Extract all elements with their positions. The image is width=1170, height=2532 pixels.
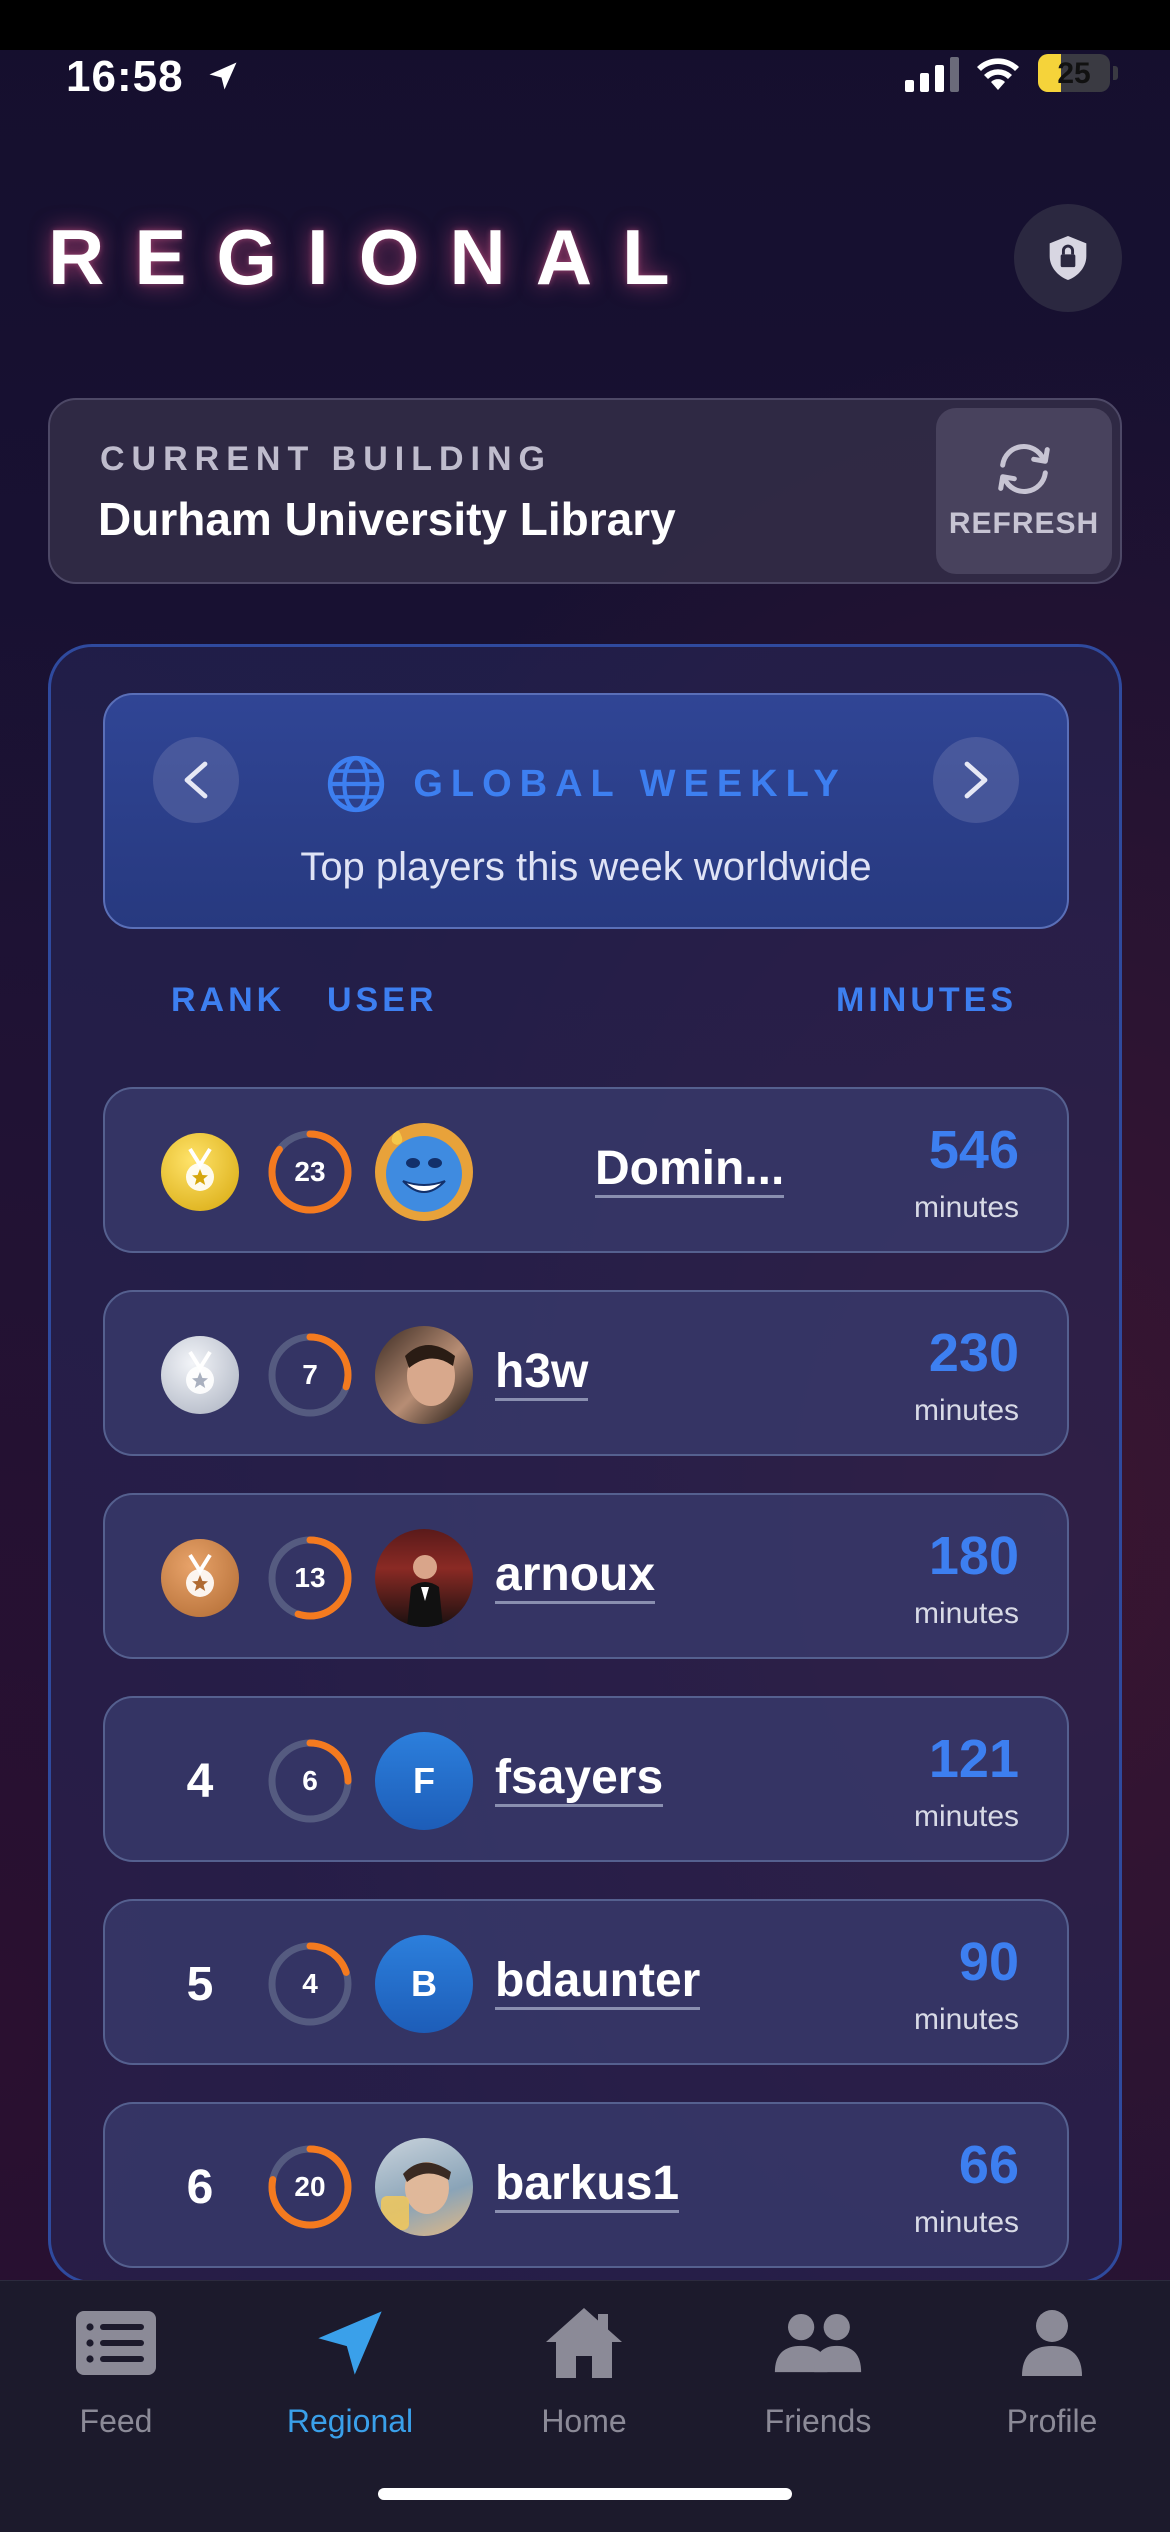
- minutes-value: 121: [928, 1729, 1019, 1789]
- navigation-arrow-icon: [305, 2303, 395, 2383]
- avatar[interactable]: F: [375, 1732, 473, 1830]
- minutes-value: 66: [958, 2135, 1019, 2195]
- wifi-icon: [977, 58, 1019, 90]
- tab-label: Regional: [286, 2403, 414, 2439]
- minutes-unit: minutes: [913, 1394, 1019, 1427]
- minutes-value: 546: [928, 1120, 1019, 1180]
- tab-label: Home: [541, 2403, 627, 2439]
- tab-friends[interactable]: Friends: [708, 2303, 928, 2453]
- tab-feed[interactable]: Feed: [6, 2303, 226, 2453]
- globe-icon: [328, 755, 385, 813]
- refresh-label: REFRESH: [948, 507, 1100, 540]
- friends-icon: [773, 2303, 863, 2383]
- feed-icon: [71, 2303, 161, 2383]
- leaderboard-row[interactable]: 6 20 barkus1 66 minutes: [103, 2102, 1069, 2268]
- chevron-right-icon: [964, 761, 988, 799]
- rank-number: 4: [186, 1754, 214, 1808]
- tab-profile[interactable]: Profile: [942, 2303, 1162, 2453]
- minutes-unit: minutes: [913, 1800, 1019, 1833]
- board-title: GLOBAL WEEKLY: [413, 762, 847, 805]
- building-name: Durham University Library: [98, 493, 676, 545]
- rank-number: 6: [186, 2160, 214, 2214]
- avatar[interactable]: [375, 1326, 473, 1424]
- location-arrow-icon: [209, 62, 237, 90]
- lock-button[interactable]: [1014, 204, 1122, 312]
- tab-label: Profile: [1006, 2403, 1098, 2439]
- username[interactable]: fsayers: [495, 1752, 664, 1807]
- status-bar: 16:58 25: [0, 50, 1170, 101]
- username[interactable]: Domin...: [595, 1143, 785, 1198]
- refresh-button[interactable]: REFRESH: [936, 408, 1112, 574]
- minutes-unit: minutes: [913, 2206, 1019, 2239]
- cellular-signal-icon: [905, 56, 959, 92]
- gold-medal-icon: [161, 1133, 239, 1211]
- home-indicator: [378, 2488, 792, 2500]
- minutes-value: 230: [928, 1323, 1019, 1383]
- streak-count: 6: [302, 1765, 318, 1796]
- page-title: REGIONAL: [48, 213, 700, 301]
- home-icon: [539, 2303, 629, 2383]
- username[interactable]: arnoux: [495, 1549, 656, 1604]
- avatar[interactable]: [375, 2138, 473, 2236]
- minutes-value: 90: [958, 1932, 1019, 1992]
- minutes-unit: minutes: [913, 1597, 1019, 1630]
- leaderboard-row[interactable]: 5 4 B bdaunter 90 minutes: [103, 1899, 1069, 2065]
- tab-regional[interactable]: Regional: [240, 2303, 460, 2453]
- column-header-rank: RANK: [171, 981, 286, 1019]
- streak-count: 23: [294, 1156, 326, 1187]
- leaderboard-row[interactable]: 4 6 F fsayers 121 minutes: [103, 1696, 1069, 1862]
- battery-icon: 25: [1038, 54, 1110, 92]
- next-board-button[interactable]: [933, 737, 1019, 823]
- minutes-value: 180: [928, 1526, 1019, 1586]
- building-label: CURRENT BUILDING: [100, 440, 552, 478]
- leaderboard-row[interactable]: 23 Domin... 546 minutes: [103, 1087, 1069, 1253]
- streak-count: 4: [302, 1968, 318, 1999]
- streak-count: 13: [294, 1562, 326, 1593]
- username[interactable]: barkus1: [495, 2158, 680, 2213]
- streak-count: 20: [294, 2171, 326, 2202]
- bronze-medal-icon: [161, 1539, 239, 1617]
- tab-label: Friends: [764, 2403, 872, 2439]
- minutes-unit: minutes: [913, 1191, 1019, 1224]
- refresh-icon: [998, 444, 1050, 494]
- current-building-card: CURRENT BUILDING Durham University Libra…: [48, 398, 1122, 584]
- streak-count: 7: [302, 1359, 318, 1390]
- top-black-bar: [0, 0, 1170, 50]
- tab-label: Feed: [79, 2403, 153, 2439]
- board-subtitle: Top players this week worldwide: [300, 845, 872, 889]
- shield-lock-icon: [1049, 236, 1087, 280]
- rank-number: 5: [186, 1957, 214, 2011]
- battery-percent: 25: [1057, 57, 1091, 90]
- leaderboard-header: GLOBAL WEEKLY Top players this week worl…: [103, 693, 1069, 929]
- column-header-user: USER: [327, 981, 438, 1019]
- username[interactable]: h3w: [495, 1346, 589, 1401]
- avatar[interactable]: [375, 1123, 473, 1221]
- leaderboard-row[interactable]: 7 h3w 230 minutes: [103, 1290, 1069, 1456]
- tab-home[interactable]: Home: [474, 2303, 694, 2453]
- silver-medal-icon: [161, 1336, 239, 1414]
- avatar[interactable]: [375, 1529, 473, 1627]
- minutes-unit: minutes: [913, 2003, 1019, 2036]
- column-header-minutes: MINUTES: [836, 981, 1017, 1019]
- leaderboard-panel: GLOBAL WEEKLY Top players this week worl…: [48, 644, 1122, 2284]
- avatar[interactable]: B: [375, 1935, 473, 2033]
- status-time: 16:58: [66, 52, 184, 101]
- leaderboard-row[interactable]: 13 arnoux 180 minutes: [103, 1493, 1069, 1659]
- username[interactable]: bdaunter: [495, 1955, 701, 2010]
- profile-icon: [1007, 2303, 1097, 2383]
